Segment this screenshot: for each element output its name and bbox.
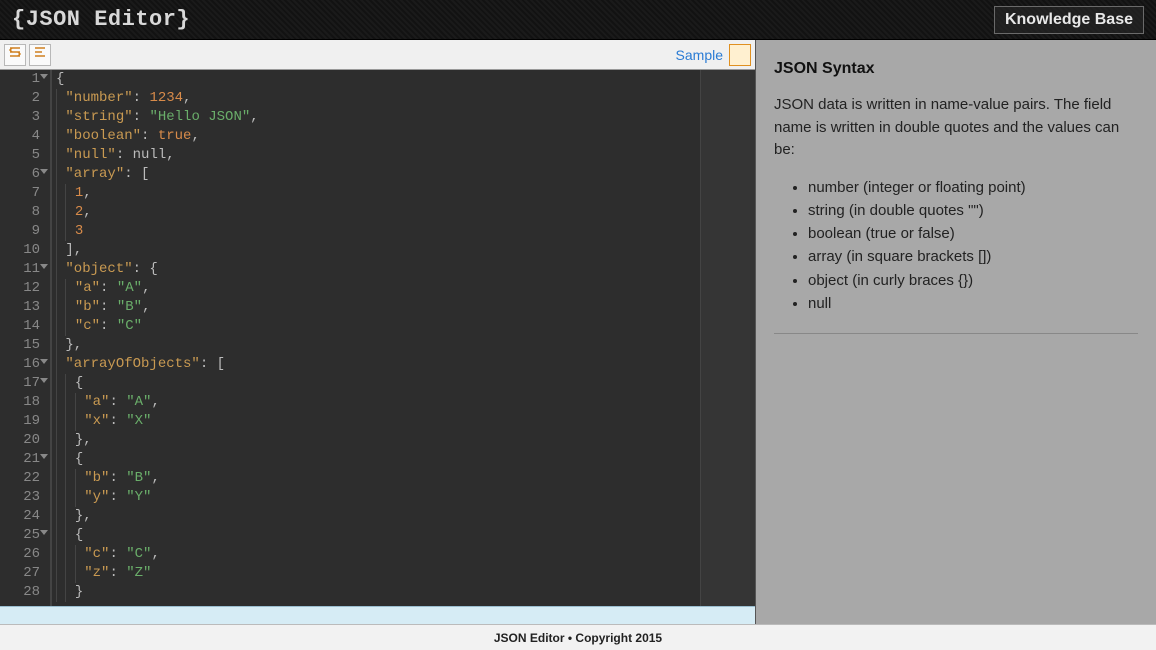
code-line[interactable]: 3 [56, 222, 696, 241]
code-line[interactable]: "boolean": true, [56, 127, 696, 146]
editor-toolbar: Sample [0, 40, 755, 70]
code-line[interactable]: "c": "C" [56, 317, 696, 336]
code-line[interactable]: { [56, 70, 696, 89]
code-line[interactable]: "string": "Hello JSON", [56, 108, 696, 127]
editor-panel: Sample 123456789101112131415161718192021… [0, 40, 756, 624]
line-number: 8 [0, 203, 40, 222]
code-line[interactable]: "null": null, [56, 146, 696, 165]
knowledge-base-button[interactable]: Knowledge Base [994, 6, 1144, 34]
kb-list-item: boolean (true or false) [808, 222, 1138, 245]
line-number: 11 [0, 260, 40, 279]
search-button[interactable] [729, 44, 751, 66]
line-number: 22 [0, 469, 40, 488]
code-line[interactable]: "number": 1234, [56, 89, 696, 108]
line-number: 15 [0, 336, 40, 355]
kb-list-item: number (integer or floating point) [808, 176, 1138, 199]
kb-value-type-list: number (integer or floating point)string… [774, 176, 1138, 316]
code-line[interactable]: ], [56, 241, 696, 260]
line-number: 9 [0, 222, 40, 241]
code-line[interactable]: "y": "Y" [56, 488, 696, 507]
load-sample-link[interactable]: Sample [676, 47, 729, 63]
code-line[interactable]: }, [56, 507, 696, 526]
line-number: 25 [0, 526, 40, 545]
code-line[interactable]: "z": "Z" [56, 564, 696, 583]
fold-toggle-icon[interactable] [40, 378, 48, 383]
fold-toggle-icon[interactable] [40, 74, 48, 79]
line-number: 2 [0, 89, 40, 108]
code-area[interactable]: { "number": 1234, "string": "Hello JSON"… [50, 70, 700, 606]
footer: JSON Editor • Copyright 2015 [0, 624, 1156, 650]
line-number: 17 [0, 374, 40, 393]
line-number: 6 [0, 165, 40, 184]
line-number: 13 [0, 298, 40, 317]
code-line[interactable]: { [56, 374, 696, 393]
line-number: 24 [0, 507, 40, 526]
code-line[interactable]: "a": "A", [56, 393, 696, 412]
kb-list-item: array (in square brackets []) [808, 245, 1138, 268]
line-number: 20 [0, 431, 40, 450]
line-number: 14 [0, 317, 40, 336]
line-number: 1 [0, 70, 40, 89]
line-number: 4 [0, 127, 40, 146]
code-line[interactable]: "arrayOfObjects": [ [56, 355, 696, 374]
kb-divider [774, 333, 1138, 334]
code-line[interactable]: }, [56, 431, 696, 450]
format-expand-icon [33, 45, 47, 64]
kb-title: JSON Syntax [774, 60, 1138, 78]
line-number-gutter: 1234567891011121314151617181920212223242… [0, 70, 50, 606]
line-number: 21 [0, 450, 40, 469]
line-number: 10 [0, 241, 40, 260]
line-number: 23 [0, 488, 40, 507]
fold-toggle-icon[interactable] [40, 530, 48, 535]
format-compact-icon [8, 45, 22, 64]
line-number: 7 [0, 184, 40, 203]
line-number: 12 [0, 279, 40, 298]
fold-toggle-icon[interactable] [40, 359, 48, 364]
line-number: 28 [0, 583, 40, 602]
format-compact-button[interactable] [4, 44, 26, 66]
minimap-spacer [700, 70, 755, 606]
code-line[interactable]: "b": "B", [56, 469, 696, 488]
line-number: 27 [0, 564, 40, 583]
code-line[interactable]: } [56, 583, 696, 602]
code-editor[interactable]: 1234567891011121314151617181920212223242… [0, 70, 755, 606]
code-line[interactable]: { [56, 526, 696, 545]
line-number: 26 [0, 545, 40, 564]
line-number: 5 [0, 146, 40, 165]
code-line[interactable]: }, [56, 336, 696, 355]
code-line[interactable]: 1, [56, 184, 696, 203]
format-expand-button[interactable] [29, 44, 51, 66]
line-number: 18 [0, 393, 40, 412]
app-header: {JSON Editor} Knowledge Base [0, 0, 1156, 40]
app-logo: {JSON Editor} [12, 7, 190, 32]
fold-toggle-icon[interactable] [40, 454, 48, 459]
code-line[interactable]: "c": "C", [56, 545, 696, 564]
code-line[interactable]: "array": [ [56, 165, 696, 184]
code-line[interactable]: "x": "X" [56, 412, 696, 431]
line-number: 3 [0, 108, 40, 127]
code-line[interactable]: { [56, 450, 696, 469]
kb-list-item: object (in curly braces {}) [808, 269, 1138, 292]
code-line[interactable]: "b": "B", [56, 298, 696, 317]
kb-list-item: null [808, 292, 1138, 315]
line-number: 16 [0, 355, 40, 374]
code-line[interactable]: 2, [56, 203, 696, 222]
fold-toggle-icon[interactable] [40, 264, 48, 269]
main-content: Sample 123456789101112131415161718192021… [0, 40, 1156, 624]
horizontal-scrollbar[interactable] [0, 606, 755, 624]
fold-toggle-icon[interactable] [40, 169, 48, 174]
kb-list-item: string (in double quotes "") [808, 199, 1138, 222]
code-line[interactable]: "a": "A", [56, 279, 696, 298]
footer-text: JSON Editor • Copyright 2015 [494, 631, 662, 645]
code-line[interactable]: "object": { [56, 260, 696, 279]
kb-description: JSON data is written in name-value pairs… [774, 94, 1138, 162]
knowledge-base-panel: JSON Syntax JSON data is written in name… [756, 40, 1156, 624]
line-number: 19 [0, 412, 40, 431]
